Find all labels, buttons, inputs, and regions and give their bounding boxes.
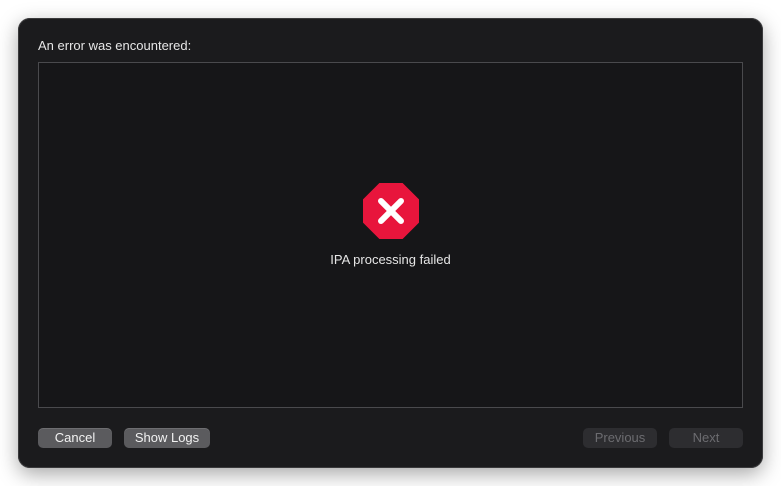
error-dialog: An error was encountered: IPA processing… (18, 18, 763, 468)
error-content-panel: IPA processing failed (38, 62, 743, 408)
previous-button[interactable]: Previous (583, 428, 657, 448)
next-button[interactable]: Next (669, 428, 743, 448)
error-x-octagon-icon (363, 183, 419, 239)
error-message: IPA processing failed (330, 252, 451, 267)
cancel-button[interactable]: Cancel (38, 428, 112, 448)
dialog-heading: An error was encountered: (38, 38, 192, 53)
show-logs-button[interactable]: Show Logs (124, 428, 210, 448)
